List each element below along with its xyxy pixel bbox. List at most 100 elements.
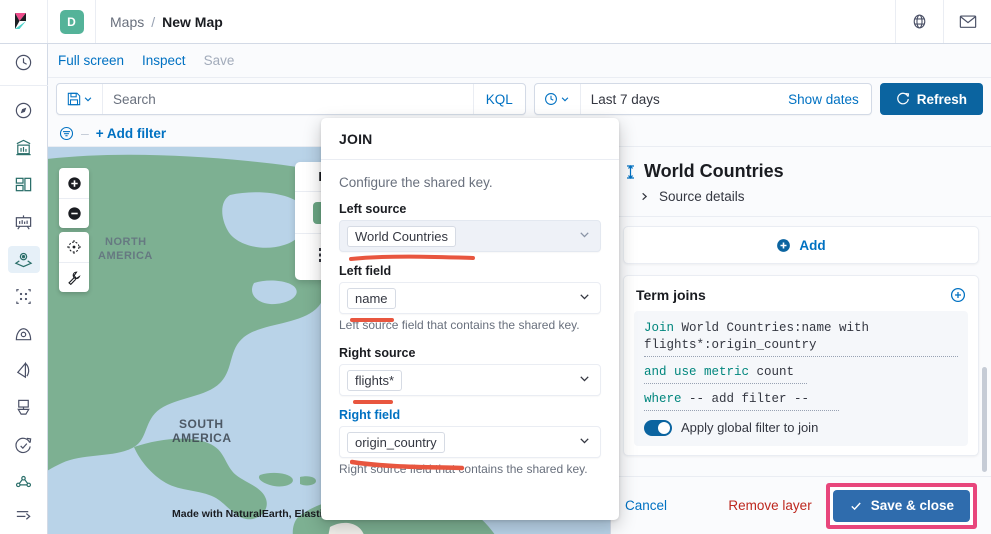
add-filter-button[interactable]: + Add filter (96, 126, 166, 141)
full-screen-button[interactable]: Full screen (58, 53, 124, 68)
mail-button[interactable] (943, 0, 991, 43)
search-input[interactable] (103, 91, 473, 107)
bar-chart-icon (16, 139, 31, 156)
page-title: World Countries (644, 161, 784, 181)
right-source-group: Right source flights* (339, 346, 601, 404)
map-zoom-controls (59, 168, 89, 228)
sidebar-item-apm[interactable] (8, 394, 40, 421)
dashboard-icon (15, 178, 32, 192)
right-field-group: Right field origin_country Right source … (339, 408, 601, 476)
clock-icon (545, 93, 558, 105)
flyout-footer: Cancel Remove layer Save & close (611, 476, 991, 534)
sidebar-item-canvas[interactable] (8, 209, 40, 236)
sidebar-item-visualize[interactable] (8, 134, 40, 161)
join-keyword: Join (644, 321, 675, 335)
flyout-body: Add Term joins Join World Countries:name… (611, 217, 991, 476)
sidebar-item-machine-learning[interactable] (8, 283, 40, 310)
term-joins-title: Term joins (636, 287, 706, 303)
fit-to-data-button[interactable] (59, 232, 89, 262)
filter-icon[interactable] (59, 126, 74, 141)
join-line-1: Join World Countries:name with (644, 320, 958, 337)
layer-settings-flyout: World Countries Source details Add Term … (610, 147, 991, 534)
sidebar-item-metrics[interactable] (8, 432, 40, 459)
sidebar-item-recently-viewed[interactable] (8, 49, 40, 76)
sidebar-item-dev-tools[interactable] (8, 469, 40, 496)
app-header: Full screen Inspect Save (48, 44, 991, 78)
sidebar-item-uptime[interactable] (8, 357, 40, 384)
help-icon (913, 14, 926, 29)
date-picker: Last 7 days Show dates (533, 83, 872, 115)
map-label: AMERICA (98, 250, 153, 262)
chevron-down-icon (578, 228, 594, 244)
left-field-value: name (347, 287, 396, 309)
flyout-header: World Countries Source details (611, 147, 991, 217)
elastic-logo[interactable] (0, 0, 48, 43)
date-quick-select-button[interactable] (535, 84, 581, 114)
sidebar-item-discover[interactable] (8, 97, 40, 124)
zoom-out-button[interactable] (59, 198, 89, 228)
join-popover-title: JOIN (321, 118, 619, 160)
tools-button[interactable] (59, 262, 89, 292)
sidebar-item-maps[interactable] (7, 245, 40, 273)
zoom-in-button[interactable] (59, 168, 89, 198)
map-label: NORTH (105, 236, 147, 248)
add-card: Add (623, 226, 979, 264)
collapse-arrow-icon (16, 511, 31, 520)
graph-icon (15, 328, 32, 341)
right-field-label: Right field (339, 408, 401, 422)
apm-icon (17, 400, 30, 416)
sidebar-item-dashboard[interactable] (8, 171, 40, 198)
refresh-button[interactable]: Refresh (879, 83, 983, 115)
right-field-hint: Right source field that contains the sha… (339, 462, 588, 476)
save-button[interactable]: Save (204, 53, 235, 68)
where-keyword: where (644, 392, 682, 406)
source-details-toggle[interactable]: Source details (639, 189, 975, 204)
breadcrumb-maps[interactable]: Maps (110, 14, 144, 30)
right-source-label: Right source (339, 346, 416, 360)
show-dates-button[interactable]: Show dates (788, 92, 871, 107)
where-divider (644, 410, 839, 411)
ml-grid-icon (16, 289, 31, 304)
plus-circle-outline-icon[interactable] (950, 287, 966, 303)
breadcrumb: Maps / New Map (96, 0, 895, 43)
right-source-select[interactable]: flights* (339, 364, 601, 396)
join-target2: flights*:origin_country (644, 338, 817, 352)
breadcrumb-new-map[interactable]: New Map (162, 14, 223, 30)
clock-icon (15, 54, 32, 71)
flyout-scrollbar[interactable] (982, 367, 987, 472)
cancel-button[interactable]: Cancel (625, 498, 667, 513)
right-field-select[interactable]: origin_country (339, 426, 601, 458)
left-field-group: Left field name Left source field that c… (339, 264, 601, 332)
term-join-statement[interactable]: Join World Countries:name with flights*:… (634, 311, 968, 446)
help-button[interactable] (895, 0, 943, 43)
save-and-close-button[interactable]: Save & close (832, 489, 970, 522)
right-field-value: origin_country (347, 431, 445, 453)
apply-global-filter-toggle[interactable] (644, 419, 672, 436)
apply-global-filter-label: Apply global filter to join (681, 420, 819, 435)
chevron-down-icon (578, 434, 594, 450)
left-field-select[interactable]: name (339, 282, 601, 314)
kql-button[interactable]: KQL (472, 84, 525, 114)
inspect-button[interactable]: Inspect (142, 53, 186, 68)
space-switcher[interactable]: D (48, 0, 96, 43)
metric-divider (644, 383, 808, 384)
where-line: where -- add filter -- (644, 391, 958, 408)
saved-query-button[interactable] (57, 84, 103, 114)
refresh-icon (896, 92, 909, 105)
remove-layer-button[interactable]: Remove layer (728, 498, 811, 513)
chevron-down-icon (561, 97, 569, 102)
share-nodes-icon (15, 475, 32, 487)
drag-handle-icon[interactable] (625, 164, 636, 180)
elastic-logo-icon (14, 12, 26, 29)
term-joins-card: Term joins Join World Countries:name wit… (623, 275, 979, 456)
sidebar-item-graph[interactable] (8, 320, 40, 347)
collapse-nav-button[interactable] (8, 501, 40, 528)
add-button[interactable]: Add (624, 227, 978, 263)
check-icon (850, 502, 861, 510)
term-joins-header: Term joins (624, 276, 978, 311)
plus-circle-icon (67, 176, 81, 190)
date-range-value[interactable]: Last 7 days (581, 92, 788, 107)
left-source-select[interactable]: World Countries (339, 220, 601, 252)
chevron-down-icon (578, 290, 594, 306)
minus-circle-icon (67, 207, 81, 220)
